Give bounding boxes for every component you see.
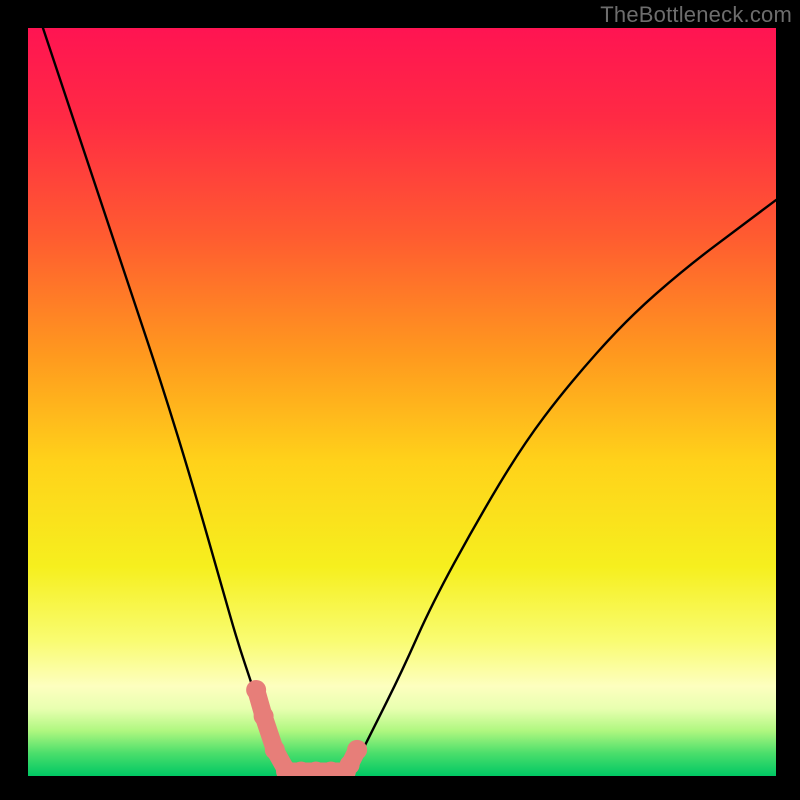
gradient-background — [28, 28, 776, 776]
marker-dot — [347, 740, 367, 760]
chart-svg — [28, 28, 776, 776]
attribution-text: TheBottleneck.com — [600, 2, 792, 28]
marker-dot — [265, 740, 285, 760]
bottleneck-chart — [28, 28, 776, 776]
marker-dot — [254, 706, 274, 726]
marker-dot — [246, 680, 266, 700]
chart-frame: TheBottleneck.com — [0, 0, 800, 800]
